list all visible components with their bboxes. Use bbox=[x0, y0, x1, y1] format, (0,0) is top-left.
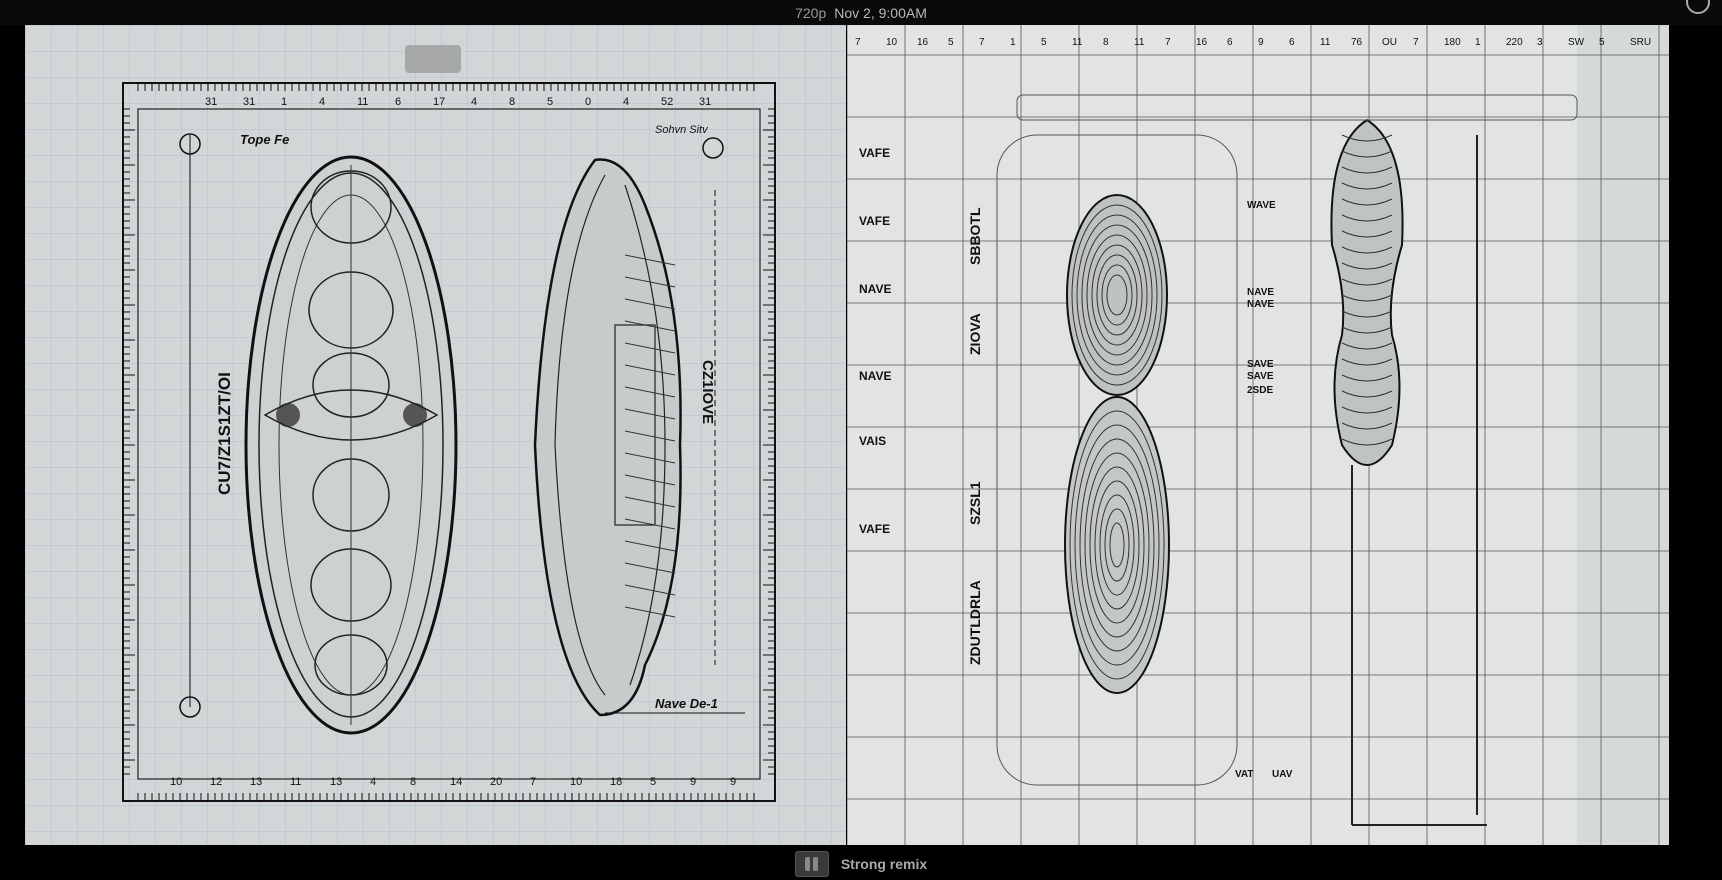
bottom-scale-label: 10 bbox=[170, 776, 182, 788]
top-scale-label: 4 bbox=[623, 96, 629, 108]
top-number-label: 6 bbox=[1289, 37, 1295, 48]
top-scale-label: 8 bbox=[509, 96, 515, 108]
top-number-label: SW bbox=[1568, 37, 1585, 48]
top-number-label: 76 bbox=[1351, 37, 1363, 48]
callout-label: NAVE bbox=[1247, 299, 1274, 310]
callout-label: VAT bbox=[1235, 769, 1254, 780]
top-number-label: 8 bbox=[1103, 37, 1109, 48]
top-number-label: 10 bbox=[886, 37, 898, 48]
generated-image-left[interactable]: 31 31 1 4 11 6 17 4 8 5 0 4 52 31 10 12 13 11 13 4 8 14 20 7 10… bbox=[25, 25, 846, 845]
callout-label: WAVE bbox=[1247, 200, 1276, 211]
bottom-bar: Strong remix bbox=[0, 848, 1722, 880]
bottom-scale-label: 9 bbox=[690, 776, 696, 788]
callout-label: UAV bbox=[1272, 769, 1293, 780]
row-label: VAFE bbox=[859, 522, 890, 536]
row-label: VAFE bbox=[859, 146, 890, 160]
top-number-label: 16 bbox=[917, 37, 929, 48]
bottom-right-label: Nave De-1 bbox=[655, 696, 718, 711]
top-number-label: 7 bbox=[1413, 37, 1419, 48]
row-label: NAVE bbox=[859, 369, 891, 383]
top-scale-label: 0 bbox=[585, 96, 591, 108]
top-number-label: 16 bbox=[1196, 37, 1208, 48]
vertical-left-label: CU7/Z1S1ZT/OI bbox=[215, 372, 234, 495]
timestamp-label: Nov 2, 9:00AM bbox=[834, 4, 927, 21]
top-number-label: 6 bbox=[1227, 37, 1233, 48]
top-number-label: 1 bbox=[1475, 37, 1481, 48]
top-number-label: 11 bbox=[1072, 37, 1083, 48]
top-number-label: 5 bbox=[1599, 37, 1605, 48]
row-label: NAVE bbox=[859, 282, 891, 296]
remix-label[interactable]: Strong remix bbox=[841, 856, 927, 872]
top-bar: 720p Nov 2, 9:00AM bbox=[0, 0, 1722, 25]
top-scale-label: 1 bbox=[281, 96, 287, 108]
top-scale-label: 4 bbox=[319, 96, 325, 108]
top-number-label: 9 bbox=[1258, 37, 1264, 48]
bottom-scale-label: 4 bbox=[370, 776, 376, 788]
top-scale-label: 31 bbox=[243, 96, 255, 108]
callout-label: NAVE bbox=[1247, 287, 1274, 298]
generated-image-right[interactable]: 7 10 16 5 7 1 5 11 8 11 7 16 6 9 6 11 76 OU 7 180 1 220 3 SW 5 SR… bbox=[847, 25, 1669, 845]
top-scale-label: 31 bbox=[205, 96, 217, 108]
top-number-label: 7 bbox=[979, 37, 985, 48]
top-label: Tope Fe bbox=[240, 132, 289, 147]
bottom-scale-label: 9 bbox=[730, 776, 736, 788]
top-number-label: 7 bbox=[1165, 37, 1171, 48]
top-number-label: 11 bbox=[1134, 37, 1145, 48]
top-number-label: OU bbox=[1382, 37, 1397, 48]
vertical-label: ZDUTLDRLA bbox=[967, 580, 983, 665]
vertical-label: SZSL1 bbox=[967, 481, 983, 525]
top-number-label: 180 bbox=[1444, 37, 1461, 48]
bottom-scale-label: 10 bbox=[570, 776, 582, 788]
top-scale-label: 52 bbox=[661, 96, 673, 108]
callout-label: 2SDE bbox=[1247, 385, 1273, 396]
top-scale-label: 11 bbox=[357, 96, 368, 108]
side-top-label: Sohvn Sitv bbox=[655, 124, 709, 136]
top-number-label: 1 bbox=[1010, 37, 1016, 48]
top-number-label: 220 bbox=[1506, 37, 1523, 48]
bottom-scale-label: 8 bbox=[410, 776, 416, 788]
callout-label: SAVE bbox=[1247, 359, 1274, 370]
menu-circle-icon[interactable] bbox=[1686, 0, 1710, 14]
bottom-scale-label: 13 bbox=[250, 776, 262, 788]
top-scale-label: 4 bbox=[471, 96, 477, 108]
top-number-label: 5 bbox=[1041, 37, 1047, 48]
top-number-label: 3 bbox=[1537, 37, 1543, 48]
row-label: VAFE bbox=[859, 214, 890, 228]
top-number-label: 11 bbox=[1320, 37, 1331, 48]
top-scale-label: 31 bbox=[699, 96, 711, 108]
top-scale-label: 17 bbox=[433, 96, 445, 108]
top-scale-label: 5 bbox=[547, 96, 553, 108]
top-number-label: 5 bbox=[948, 37, 954, 48]
top-number-label: 7 bbox=[855, 37, 861, 48]
bottom-scale-label: 11 bbox=[290, 776, 301, 788]
vertical-label: SBBOTL bbox=[967, 207, 983, 265]
remix-thumbnail-icon[interactable] bbox=[794, 851, 829, 877]
resolution-label: 720p bbox=[795, 4, 827, 21]
vertical-label: ZIOVA bbox=[967, 313, 983, 355]
bottom-scale-label: 13 bbox=[330, 776, 342, 788]
bottom-scale-label: 14 bbox=[450, 776, 462, 788]
callout-label: SAVE bbox=[1247, 371, 1274, 382]
top-scale-label: 6 bbox=[395, 96, 401, 108]
bottom-scale-label: 18 bbox=[610, 776, 622, 788]
top-number-label: SRU bbox=[1630, 37, 1651, 48]
bottom-scale-label: 20 bbox=[490, 776, 502, 788]
bottom-scale-label: 7 bbox=[530, 776, 536, 788]
vertical-right-label: CZ1IOVE bbox=[699, 360, 716, 424]
row-label: VAIS bbox=[859, 434, 886, 448]
bottom-scale-label: 12 bbox=[210, 776, 222, 788]
bottom-scale-label: 5 bbox=[650, 776, 656, 788]
